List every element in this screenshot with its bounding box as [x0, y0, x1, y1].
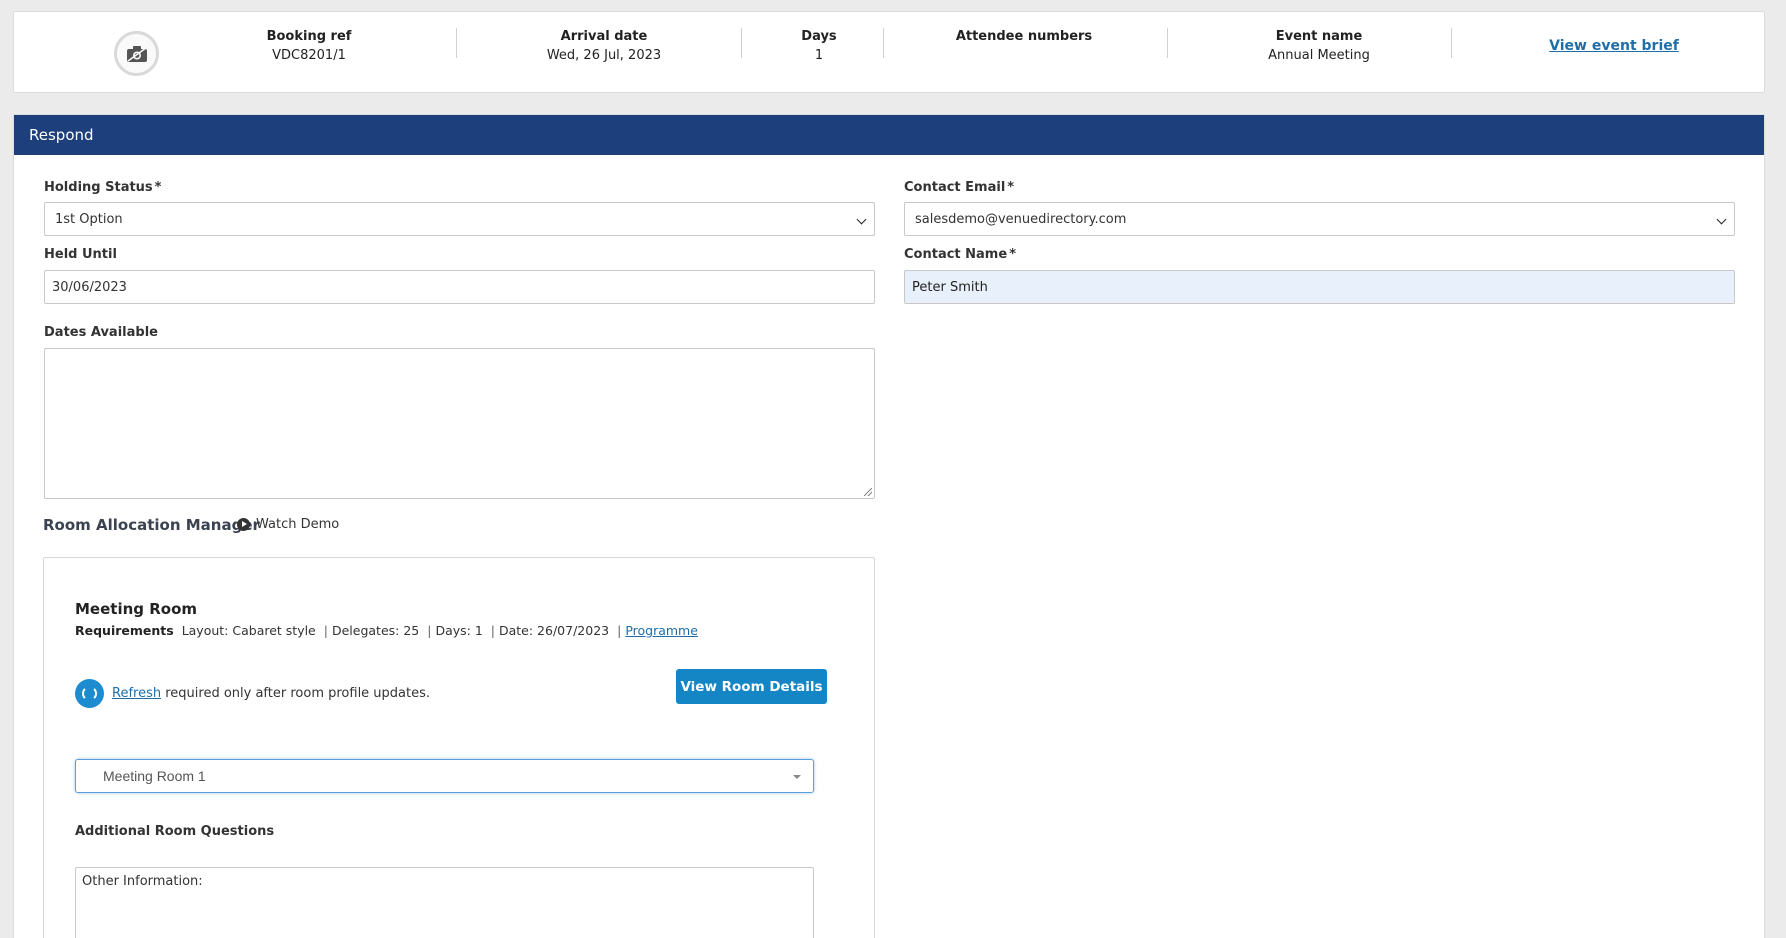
booking-ref-label: Booking ref [266, 29, 352, 44]
programme-link[interactable]: Programme [625, 623, 698, 638]
watch-demo-label: Watch Demo [256, 517, 340, 532]
room-name: Meeting Room [75, 600, 198, 618]
watch-demo-link[interactable]: Watch Demo [237, 517, 339, 532]
required-mark: * [1007, 180, 1015, 195]
view-event-brief-link[interactable]: View event brief [1514, 38, 1714, 54]
requirement-date: Date: 26/07/2023 [499, 623, 610, 638]
booking-ref-field: Booking ref VDC8201/1 [249, 27, 369, 79]
contact-email-select[interactable]: salesdemo@venuedirectory.com [904, 202, 1735, 236]
divider: | [617, 623, 622, 638]
attendee-numbers-field: Attendee numbers [934, 27, 1114, 79]
required-mark: * [1009, 247, 1016, 262]
additional-room-questions-label: Additional Room Questions [75, 824, 275, 839]
contact-name-input[interactable]: Peter Smith [904, 270, 1735, 304]
holding-status-label: Holding Status * [44, 180, 162, 195]
venue-avatar [114, 31, 159, 76]
refresh-note: required only after room profile updates… [165, 686, 431, 701]
caret-down-icon [793, 775, 801, 779]
divider [741, 28, 742, 58]
room-select-value: Meeting Room 1 [103, 768, 206, 784]
requirement-layout: Layout: Cabaret style [181, 623, 316, 638]
room-select[interactable]: Meeting Room 1 [75, 759, 814, 793]
requirements-label: Requirements [75, 623, 174, 638]
days-value: 1 [814, 48, 824, 63]
contact-name-label: Contact Name * [904, 247, 1016, 262]
event-name-field: Event name Annual Meeting [1234, 27, 1404, 79]
arrival-date-field: Arrival date Wed, 26 Jul, 2023 [524, 27, 684, 79]
booking-ref-value: VDC8201/1 [272, 48, 346, 63]
required-mark: * [154, 180, 162, 195]
event-name-label: Event name [1275, 29, 1363, 44]
panel-title: Respond [14, 115, 1764, 155]
divider [1167, 28, 1168, 58]
refresh-link[interactable]: Refresh [112, 686, 161, 701]
resize-grip-icon[interactable] [864, 488, 872, 496]
holding-status-value: 1st Option [55, 211, 123, 227]
contact-name-value: Peter Smith [912, 279, 988, 295]
other-information-value: Other Information: [82, 874, 203, 889]
requirement-days: Days: 1 [435, 623, 483, 638]
divider: | [323, 623, 328, 638]
dates-available-textarea[interactable] [44, 348, 875, 499]
held-until-value: 30/06/2023 [52, 279, 127, 295]
holding-status-select[interactable]: 1st Option [44, 202, 875, 236]
booking-summary-bar: Booking ref VDC8201/1 Arrival date Wed, … [13, 11, 1765, 93]
arrival-date-label: Arrival date [560, 29, 648, 44]
divider: | [427, 623, 432, 638]
event-name-value: Annual Meeting [1268, 48, 1370, 63]
other-information-textarea[interactable]: Other Information: [75, 867, 814, 938]
dates-available-label: Dates Available [44, 325, 158, 340]
refresh-icon[interactable] [75, 679, 104, 708]
arrival-date-value: Wed, 26 Jul, 2023 [546, 48, 662, 63]
days-field: Days 1 [779, 27, 859, 79]
divider: | [490, 623, 495, 638]
held-until-label: Held Until [44, 247, 117, 262]
days-label: Days [801, 29, 837, 44]
refresh-row: Refresh required only after room profile… [75, 679, 430, 708]
divider [883, 28, 884, 58]
contact-email-label: Contact Email * [904, 180, 1015, 195]
attendee-numbers-label: Attendee numbers [955, 29, 1093, 44]
refresh-text-wrap: Refresh required only after room profile… [112, 686, 430, 701]
requirement-delegates: Delegates: 25 [331, 623, 420, 638]
room-requirements: Requirements Layout: Cabaret style | Dele… [75, 623, 698, 638]
view-room-details-button[interactable]: View Room Details [676, 669, 827, 704]
room-allocation-title: Room Allocation Manager [43, 516, 260, 534]
divider [456, 28, 457, 58]
camera-icon [126, 45, 147, 62]
room-allocation-card: Meeting Room Requirements Layout: Cabare… [43, 557, 875, 938]
divider [1451, 28, 1452, 58]
held-until-input[interactable]: 30/06/2023 [44, 270, 875, 304]
play-circle-icon [237, 518, 250, 531]
contact-email-value: salesdemo@venuedirectory.com [915, 211, 1127, 227]
